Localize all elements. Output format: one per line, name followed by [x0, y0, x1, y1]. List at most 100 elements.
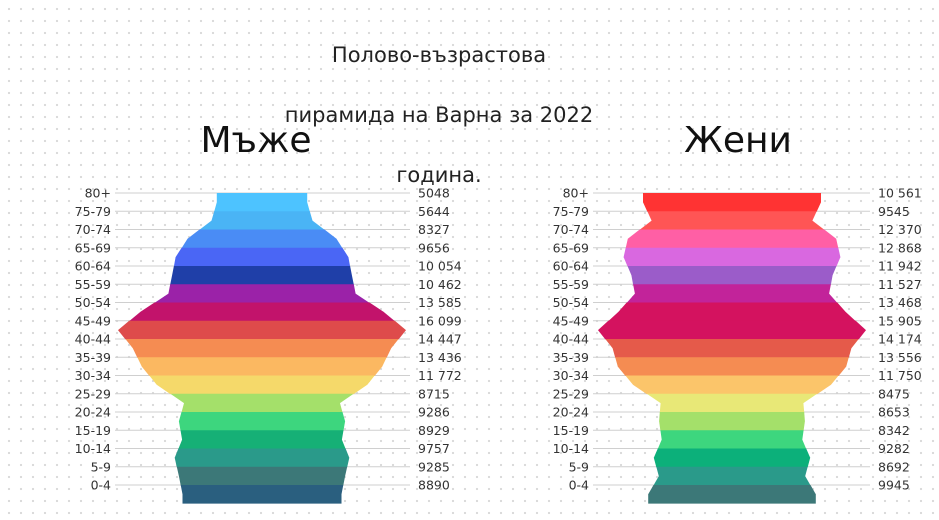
men-bar-0-4 [180, 485, 344, 504]
men-value-label: 10 462 [418, 277, 462, 292]
men-age-label: 25-29 [75, 386, 111, 401]
women-bar-75-79 [639, 211, 825, 230]
women-bar-20-24 [659, 412, 805, 431]
women-age-label: 65-69 [553, 240, 589, 255]
men-bar-25-29 [170, 393, 354, 413]
men-bar-60-64 [170, 266, 354, 285]
women-age-label: 60-64 [553, 259, 589, 274]
women-bar-70-74 [625, 229, 839, 249]
women-bar-50-54 [608, 302, 856, 322]
women-pyramid: 80+ 10 561 75-79 9545 70-74 12 370 65-69 12 868… [553, 186, 922, 504]
men-value-label: 8327 [418, 222, 450, 237]
women-value-label: 8342 [878, 423, 910, 438]
women-value-label: 9282 [878, 441, 910, 456]
men-age-label: 65-69 [75, 240, 111, 255]
men-value-label: 9286 [418, 405, 450, 420]
men-age-label: 0-4 [91, 478, 111, 493]
men-value-label: 9757 [418, 441, 450, 456]
women-bar-45-49 [598, 320, 866, 340]
women-value-label: 11 942 [878, 259, 922, 274]
men-age-label: 40-44 [75, 332, 111, 347]
women-bar-35-39 [615, 357, 849, 376]
women-age-label: 15-19 [553, 423, 589, 438]
men-value-label: 13 436 [418, 350, 462, 365]
women-bar-55-59 [626, 284, 838, 303]
women-bar-0-4 [648, 485, 816, 504]
women-value-label: 11 750 [878, 368, 922, 383]
women-age-label: 55-59 [553, 277, 589, 292]
men-value-label: 8890 [418, 478, 450, 493]
men-value-label: 5644 [418, 204, 450, 219]
men-bar-65-69 [173, 247, 351, 267]
women-age-label: 5-9 [569, 459, 589, 474]
women-age-label: 10-14 [553, 441, 589, 456]
women-value-label: 9545 [878, 204, 910, 219]
women-value-label: 8475 [878, 386, 910, 401]
women-age-label: 0-4 [569, 478, 589, 493]
men-bar-50-54 [129, 302, 395, 322]
women-bar-5-9 [653, 466, 811, 486]
men-bar-40-44 [125, 339, 399, 358]
women-age-label: 30-34 [553, 368, 589, 383]
men-age-label: 10-14 [75, 441, 111, 456]
men-value-label: 8929 [418, 423, 450, 438]
men-age-label: 20-24 [75, 405, 111, 420]
women-bar-25-29 [646, 393, 818, 413]
men-bar-70-74 [181, 229, 343, 249]
men-bar-30-34 [149, 375, 375, 395]
women-bar-30-34 [625, 375, 839, 395]
women-age-label: 35-39 [553, 350, 589, 365]
women-age-label: 80+ [563, 186, 589, 201]
men-value-label: 14 447 [418, 332, 462, 347]
women-age-label: 40-44 [553, 332, 589, 347]
men-value-label: 9656 [418, 240, 450, 255]
men-value-label: 8715 [418, 386, 450, 401]
men-age-label: 30-34 [75, 368, 111, 383]
population-pyramid-chart: 80+ 5048 75-79 5644 70-74 8327 65-69 9656 60-64 1… [75, 186, 922, 504]
women-bar-10-14 [653, 448, 811, 468]
men-age-label: 35-39 [75, 350, 111, 365]
men-bar-45-49 [118, 320, 406, 340]
men-value-label: 9285 [418, 459, 450, 474]
women-value-label: 10 561 [878, 186, 922, 201]
men-value-label: 11 772 [418, 368, 462, 383]
women-bar-60-64 [627, 266, 837, 285]
women-value-label: 8692 [878, 459, 910, 474]
men-bar-10-14 [174, 448, 350, 468]
men-bar-75-79 [199, 211, 325, 230]
women-value-label: 12 868 [878, 240, 922, 255]
men-bar-35-39 [137, 357, 387, 376]
men-age-label: 80+ [85, 186, 111, 201]
men-bar-80+ [214, 193, 310, 212]
women-age-label: 70-74 [553, 222, 589, 237]
women-age-label: 25-29 [553, 386, 589, 401]
men-bar-5-9 [176, 466, 348, 486]
women-age-label: 50-54 [553, 295, 589, 310]
men-age-label: 50-54 [75, 295, 111, 310]
men-value-label: 16 099 [418, 313, 462, 328]
women-bar-65-69 [623, 247, 841, 267]
men-age-label: 55-59 [75, 277, 111, 292]
men-age-label: 5-9 [91, 459, 111, 474]
women-value-label: 12 370 [878, 222, 922, 237]
men-bar-15-19 [178, 430, 346, 449]
women-age-label: 75-79 [553, 204, 589, 219]
men-age-label: 60-64 [75, 259, 111, 274]
women-value-label: 8653 [878, 405, 910, 420]
men-value-label: 10 054 [418, 259, 462, 274]
men-age-label: 75-79 [75, 204, 111, 219]
women-bar-80+ [643, 193, 821, 212]
women-age-label: 20-24 [553, 405, 589, 420]
men-age-label: 70-74 [75, 222, 111, 237]
women-value-label: 15 905 [878, 313, 922, 328]
men-age-label: 15-19 [75, 423, 111, 438]
women-age-label: 45-49 [553, 313, 589, 328]
men-pyramid: 80+ 5048 75-79 5644 70-74 8327 65-69 9656 60-64 1… [75, 186, 462, 504]
women-bar-15-19 [657, 430, 807, 449]
women-value-label: 11 527 [878, 277, 922, 292]
women-value-label: 13 556 [878, 350, 922, 365]
women-value-label: 13 468 [878, 295, 922, 310]
men-value-label: 5048 [418, 186, 450, 201]
men-value-label: 13 585 [418, 295, 462, 310]
men-bar-55-59 [154, 284, 370, 303]
